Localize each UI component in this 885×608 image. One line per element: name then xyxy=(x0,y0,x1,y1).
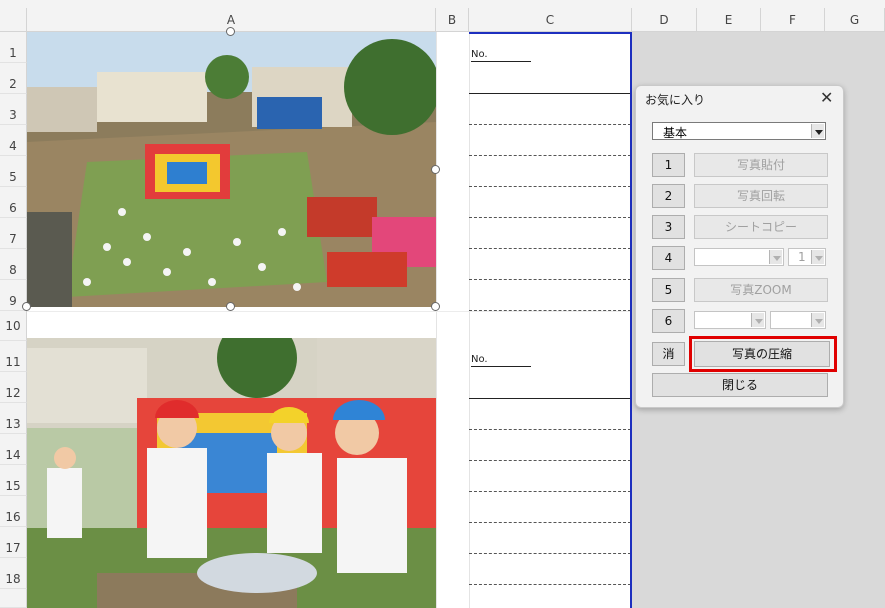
print-area-border xyxy=(469,32,632,34)
paste-photo-button[interactable]: 写真貼付 xyxy=(694,153,828,177)
copy-sheet-button[interactable]: シートコピー xyxy=(694,215,828,239)
chevron-down-icon xyxy=(811,124,824,138)
form-line xyxy=(469,460,631,461)
step-6-button[interactable]: 6 xyxy=(652,309,685,333)
row-header-19[interactable] xyxy=(0,589,27,608)
row-header-13[interactable]: 13 xyxy=(0,403,27,434)
form-line xyxy=(469,553,631,554)
step-4-select-b[interactable]: 1 xyxy=(788,248,826,266)
photo-festival-crowd-image xyxy=(27,32,436,307)
resize-handle[interactable] xyxy=(431,302,440,311)
dialog-title: お気に入り xyxy=(645,93,706,107)
row-header-11[interactable]: 11 xyxy=(0,341,27,372)
col-header-c[interactable]: C xyxy=(469,8,632,32)
gridline xyxy=(27,311,632,312)
row-header-3[interactable]: 3 xyxy=(0,94,27,125)
clear-button[interactable]: 消 xyxy=(652,342,685,366)
row-header-15[interactable]: 15 xyxy=(0,465,27,496)
col-header-f[interactable]: F xyxy=(761,8,825,32)
rotate-photo-button[interactable]: 写真回転 xyxy=(694,184,828,208)
step-1-button[interactable]: 1 xyxy=(652,153,685,177)
row-header-2[interactable]: 2 xyxy=(0,63,27,94)
resize-handle[interactable] xyxy=(431,165,440,174)
photo-festival-crowd[interactable] xyxy=(27,32,436,307)
step-4-select-a[interactable] xyxy=(694,248,784,266)
formula-bar-edge xyxy=(0,0,885,8)
form-line xyxy=(469,522,631,523)
highlight-box xyxy=(689,336,837,372)
photo-zoom-button[interactable]: 写真ZOOM xyxy=(694,278,828,302)
step-3-button[interactable]: 3 xyxy=(652,215,685,239)
step-4-select-b-value: 1 xyxy=(798,250,806,264)
chevron-down-icon xyxy=(811,313,824,327)
step-6-select-b[interactable] xyxy=(770,311,826,329)
row-header-7[interactable]: 7 xyxy=(0,218,27,249)
row-header-1[interactable]: 1 xyxy=(0,32,27,63)
select-all-corner[interactable] xyxy=(0,8,27,32)
form-line xyxy=(469,279,631,280)
photo-children-game[interactable] xyxy=(27,338,436,608)
no-underline xyxy=(471,366,531,367)
no-label: No. xyxy=(471,49,488,60)
step-6-select-a[interactable] xyxy=(694,311,766,329)
no-label: No. xyxy=(471,354,488,365)
form-line xyxy=(469,186,631,187)
row-header-6[interactable]: 6 xyxy=(0,187,27,218)
close-icon[interactable]: ✕ xyxy=(820,88,833,107)
no-underline xyxy=(471,61,531,62)
row-header-18[interactable]: 18 xyxy=(0,558,27,589)
form-line xyxy=(469,310,631,311)
form-line xyxy=(469,429,631,430)
close-dialog-button[interactable]: 閉じる xyxy=(652,373,828,397)
step-5-button[interactable]: 5 xyxy=(652,278,685,302)
row-header-10[interactable]: 10 xyxy=(0,311,27,341)
photo-children-game-image xyxy=(27,338,436,608)
chevron-down-icon xyxy=(751,313,764,327)
row-header-14[interactable]: 14 xyxy=(0,434,27,465)
row-header-16[interactable]: 16 xyxy=(0,496,27,527)
form-line xyxy=(469,155,631,156)
step-4-button[interactable]: 4 xyxy=(652,246,685,270)
row-header-8[interactable]: 8 xyxy=(0,249,27,280)
row-header-12[interactable]: 12 xyxy=(0,372,27,403)
chevron-down-icon xyxy=(769,250,782,264)
preset-select[interactable]: 基本 xyxy=(652,122,826,140)
row-header-17[interactable]: 17 xyxy=(0,527,27,558)
resize-handle[interactable] xyxy=(22,302,31,311)
resize-handle[interactable] xyxy=(226,302,235,311)
preset-select-value: 基本 xyxy=(663,126,688,140)
form-line xyxy=(469,398,631,399)
col-header-d[interactable]: D xyxy=(632,8,697,32)
form-line xyxy=(469,248,631,249)
col-header-e[interactable]: E xyxy=(697,8,761,32)
step-2-button[interactable]: 2 xyxy=(652,184,685,208)
form-line xyxy=(469,584,631,585)
resize-handle[interactable] xyxy=(226,27,235,36)
col-header-g[interactable]: G xyxy=(825,8,885,32)
form-line xyxy=(469,124,631,125)
form-line xyxy=(469,491,631,492)
form-line xyxy=(469,93,631,94)
chevron-down-icon xyxy=(811,250,824,264)
gridline xyxy=(436,32,437,608)
row-header-4[interactable]: 4 xyxy=(0,125,27,156)
col-header-b[interactable]: B xyxy=(436,8,469,32)
print-area-border xyxy=(630,32,632,608)
row-header-5[interactable]: 5 xyxy=(0,156,27,187)
form-line xyxy=(469,217,631,218)
